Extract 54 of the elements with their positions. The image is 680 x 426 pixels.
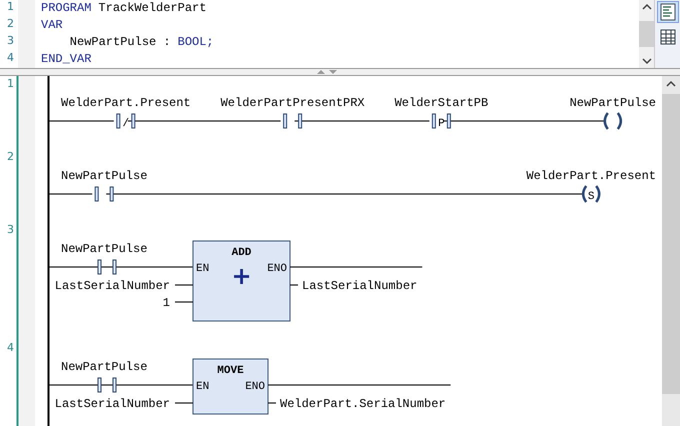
input-variable: LastSerialNumber bbox=[54, 397, 170, 411]
coil-icon[interactable] bbox=[582, 184, 600, 204]
block-name: ADD bbox=[232, 247, 252, 259]
code-token: BOOL; bbox=[178, 34, 214, 51]
contact-icon[interactable] bbox=[98, 378, 116, 392]
variable-label: NewPartPulse bbox=[61, 242, 148, 256]
scrollbar[interactable] bbox=[639, 0, 654, 68]
pin-label: ENO bbox=[267, 263, 287, 275]
variable-label: WelderStartPB bbox=[394, 96, 488, 110]
code-token: NewPartPulse : bbox=[68, 34, 171, 51]
code-token: VAR bbox=[41, 17, 63, 34]
variable-label: NewPartPulse bbox=[61, 169, 148, 183]
network-number: 3 bbox=[7, 223, 14, 236]
scroll-down-icon[interactable] bbox=[642, 57, 652, 65]
network-number: 4 bbox=[7, 341, 14, 354]
function-block[interactable] bbox=[192, 358, 268, 414]
scrollbar[interactable] bbox=[662, 76, 680, 426]
coil-icon[interactable] bbox=[604, 112, 622, 130]
text-view-icon[interactable] bbox=[656, 1, 678, 23]
variable-label: WelderPartPresentPRX bbox=[220, 96, 365, 110]
code-token: PROGRAM bbox=[41, 0, 92, 17]
scroll-up-icon[interactable] bbox=[666, 80, 676, 88]
network-number: 1 bbox=[7, 77, 14, 90]
variable-label: NewPartPulse bbox=[570, 96, 656, 110]
line-number: 2 bbox=[6, 17, 15, 32]
line-number: 1 bbox=[6, 0, 15, 15]
output-variable: WelderPart.SerialNumber bbox=[280, 397, 446, 411]
contact-icon[interactable] bbox=[92, 186, 114, 202]
contact-icon[interactable] bbox=[114, 114, 136, 128]
input-variable: 1 bbox=[162, 296, 170, 310]
line-number: 4 bbox=[6, 51, 15, 66]
code-token: END_VAR bbox=[41, 51, 92, 68]
function-block[interactable] bbox=[192, 240, 290, 322]
variable-label: WelderPart.Present bbox=[61, 96, 191, 110]
network-number: 2 bbox=[7, 150, 14, 163]
output-variable: LastSerialNumber bbox=[302, 279, 418, 293]
coil-symbol: S bbox=[588, 191, 594, 203]
variable-label: NewPartPulse bbox=[61, 360, 148, 374]
variable-label: WelderPart.Present bbox=[526, 169, 656, 183]
code-token: TrackWelderPart bbox=[98, 0, 206, 17]
contact-icon[interactable] bbox=[429, 114, 451, 128]
contact-symbol: / bbox=[122, 118, 130, 130]
input-variable: LastSerialNumber bbox=[54, 279, 170, 293]
contact-icon[interactable] bbox=[280, 114, 302, 128]
contact-symbol: P bbox=[438, 118, 445, 130]
operator-symbol: + bbox=[231, 262, 252, 290]
pin-label: EN bbox=[196, 263, 210, 275]
line-number: 3 bbox=[6, 34, 15, 49]
scroll-up-icon[interactable] bbox=[642, 3, 652, 11]
splitter-handle-icon[interactable] bbox=[316, 69, 340, 75]
pin-label: ENO bbox=[245, 381, 265, 393]
contact-icon[interactable] bbox=[98, 260, 116, 274]
pin-label: EN bbox=[196, 381, 210, 393]
block-name: MOVE bbox=[217, 365, 244, 377]
